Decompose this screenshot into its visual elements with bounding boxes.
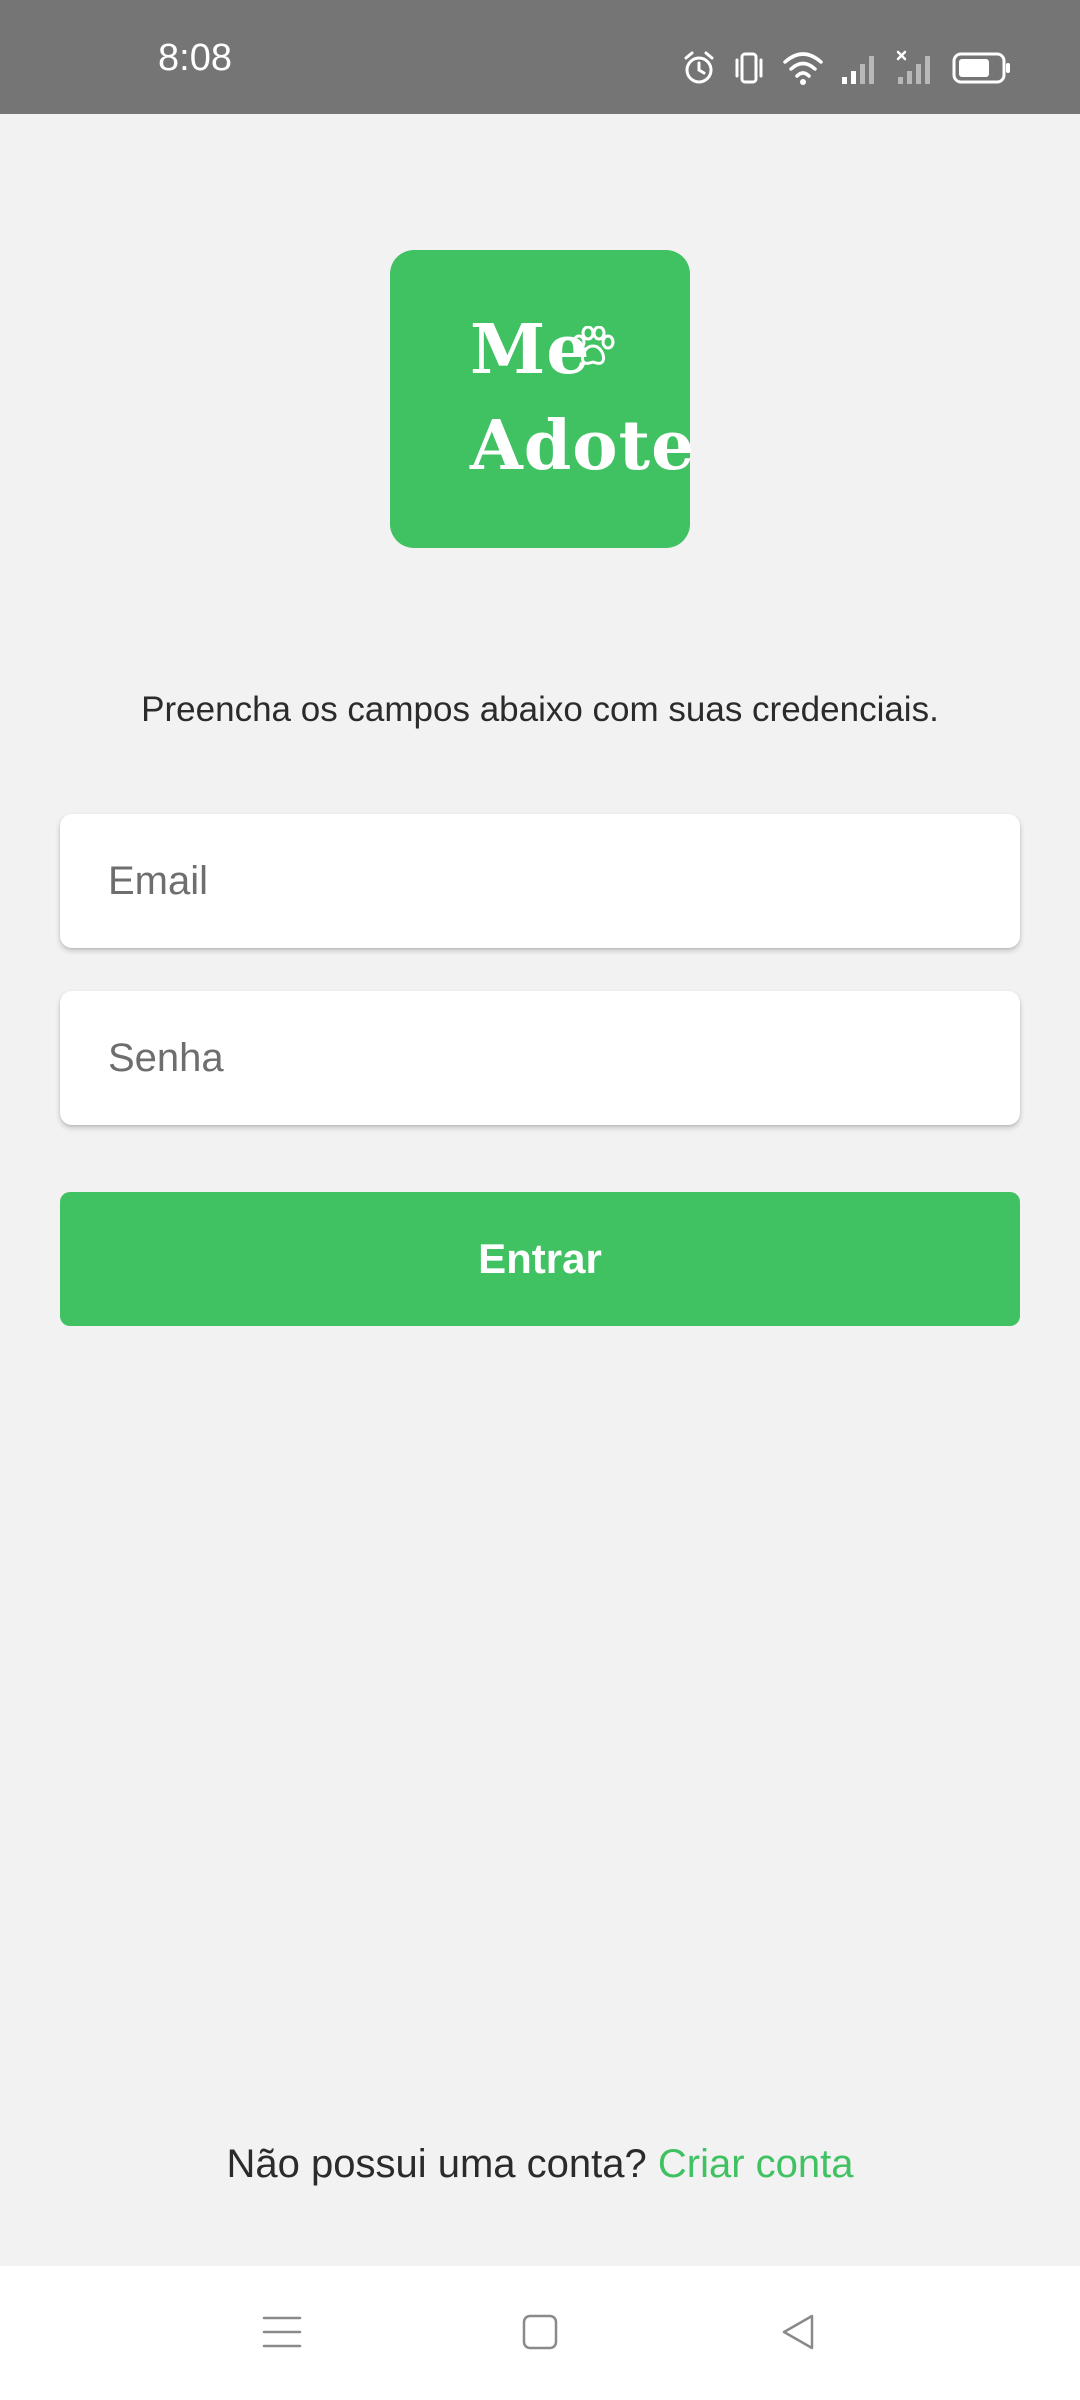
app-logo: Me Adote	[390, 250, 694, 548]
signal-no-service-icon	[896, 50, 936, 86]
status-time: 8:08	[158, 37, 232, 79]
logo-text-adote: Adote	[470, 406, 696, 486]
login-button[interactable]: Entrar	[60, 1192, 1020, 1326]
menu-icon[interactable]	[252, 2302, 312, 2362]
home-icon[interactable]	[510, 2302, 570, 2362]
login-screen: 8:08 Me Adote Preencha os campos abaixo …	[0, 0, 1080, 2400]
alarm-icon	[682, 50, 716, 86]
signup-prompt-row: Não possui uma conta? Criar conta	[0, 2140, 1080, 2188]
create-account-link[interactable]: Criar conta	[658, 2142, 854, 2186]
status-icons	[682, 46, 1012, 90]
password-field[interactable]	[108, 991, 988, 1125]
email-field-container	[60, 814, 1020, 948]
battery-icon	[952, 51, 1012, 85]
signal-icon	[840, 50, 880, 86]
system-nav-bar	[0, 2266, 1080, 2400]
back-icon[interactable]	[768, 2302, 828, 2362]
wifi-icon	[782, 50, 824, 86]
vibrate-icon	[732, 50, 766, 86]
password-field-container	[60, 991, 1020, 1125]
paw-icon	[570, 325, 616, 373]
signup-prompt: Não possui uma conta?	[226, 2142, 647, 2186]
status-bar: 8:08	[0, 0, 1080, 114]
email-field[interactable]	[108, 814, 988, 948]
login-instruction: Preencha os campos abaixo com suas crede…	[141, 690, 939, 729]
